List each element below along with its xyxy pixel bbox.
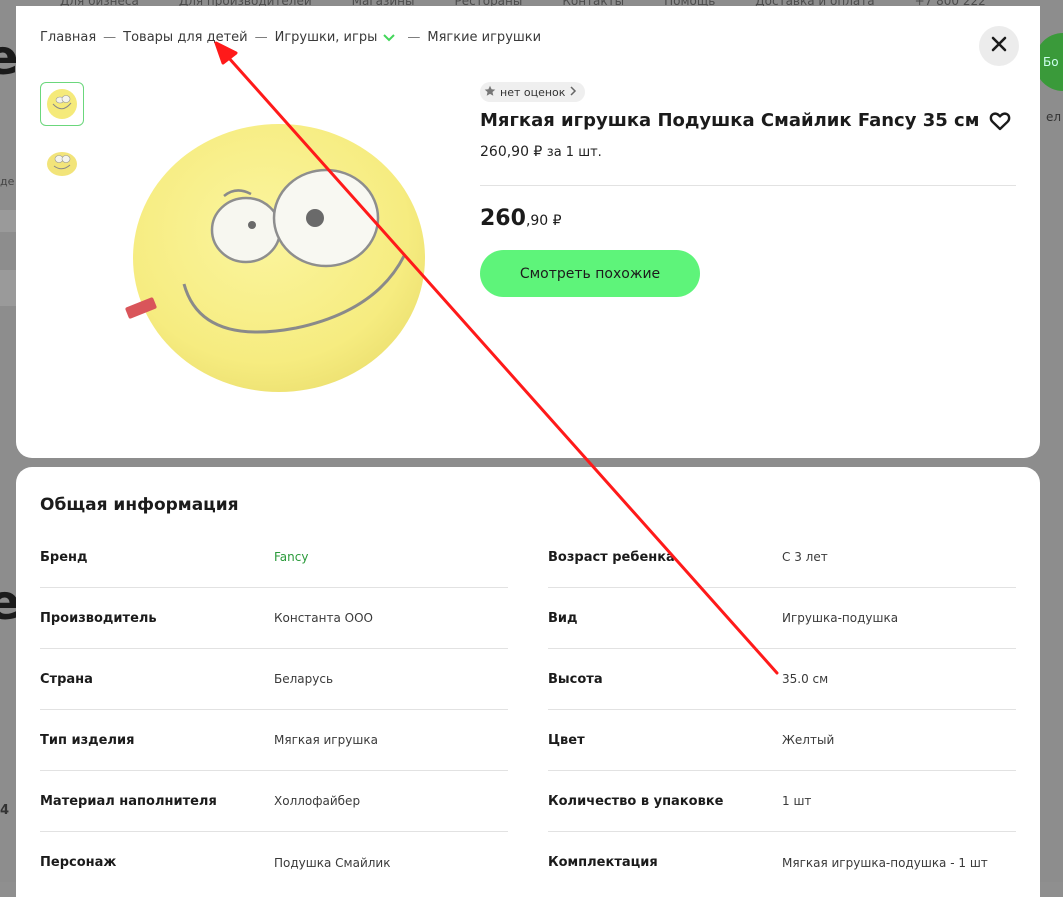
spec-value: С 3 лет [782, 550, 828, 564]
background-side-text: де [0, 175, 15, 188]
breadcrumb-separator: — [407, 30, 421, 45]
background-side-number: 4 [0, 803, 10, 818]
spec-value: Игрушка-подушка [782, 611, 899, 625]
spec-value: Беларусь [274, 672, 334, 686]
unit-quantity: за 1 шт. [546, 145, 602, 160]
product-title: Мягкая игрушка Подушка Смайлик Fancy 35 … [480, 110, 980, 131]
spec-value: Мягкая игрушка [274, 733, 378, 747]
rating-label: нет оценок [500, 85, 566, 99]
spec-value: Подушка Смайлик [274, 855, 391, 870]
spec-label: Тип изделия [40, 732, 135, 748]
spec-label: Производитель [40, 610, 157, 626]
heart-icon [989, 112, 1011, 131]
spec-label: Цвет [548, 732, 585, 748]
price: 260,90 ₽ [480, 206, 562, 231]
background-right-text: ел [1046, 110, 1062, 124]
close-icon [991, 36, 1007, 56]
product-modal: Главная — Товары для детей — Игрушки, иг… [16, 6, 1040, 458]
specs-left-column: Бренд Fancy Производитель Константа ООО … [40, 527, 508, 893]
unit-price: 260,90 ₽ за 1 шт. [480, 144, 602, 160]
spec-label: Вид [548, 610, 578, 626]
rating-badge[interactable]: нет оценок [480, 82, 586, 102]
spec-row: Страна Беларусь [40, 649, 508, 710]
spec-value: Холлофайбер [274, 794, 361, 808]
spec-label: Бренд [40, 549, 88, 565]
spec-value: Мягкая игрушка-подушка - 1 шт [782, 855, 988, 870]
spec-row: Вид Игрушка-подушка [548, 588, 1016, 649]
breadcrumb: Главная — Товары для детей — Игрушки, иг… [40, 30, 541, 45]
spec-label: Высота [548, 671, 603, 687]
breadcrumb-separator: — [254, 30, 268, 45]
spec-row: Возраст ребенка С 3 лет [548, 527, 1016, 588]
view-similar-button[interactable]: Смотреть похожие [480, 250, 700, 297]
star-icon [484, 85, 496, 100]
spec-value: 35.0 см [782, 672, 829, 686]
spec-value: Желтый [782, 733, 835, 747]
chevron-right-icon [569, 85, 577, 99]
thumbnail-2[interactable] [40, 140, 84, 184]
spec-row: Цвет Желтый [548, 710, 1016, 771]
spec-value: 1 шт [782, 794, 812, 808]
spec-row: Высота 35.0 см [548, 649, 1016, 710]
unit-price-value: 260,90 ₽ [480, 144, 543, 160]
price-whole: 260 [480, 206, 526, 231]
breadcrumb-item-home[interactable]: Главная [40, 30, 96, 45]
smiley-pillow-thumbnail [47, 89, 77, 119]
chevron-down-icon[interactable] [383, 31, 396, 45]
brand-link[interactable]: Fancy [274, 550, 308, 564]
spec-row: Количество в упаковке 1 шт [548, 771, 1016, 832]
spec-row: Персонаж Подушка Смайлик [40, 832, 508, 893]
product-image[interactable] [106, 106, 436, 406]
spec-row: Производитель Константа ООО [40, 588, 508, 649]
breadcrumb-item-kids[interactable]: Товары для детей [123, 30, 247, 45]
background-divider [0, 270, 16, 306]
divider [480, 185, 1016, 186]
smiley-pillow-image [125, 124, 425, 392]
spec-label: Материал наполнителя [40, 793, 217, 809]
spec-label: Комплектация [548, 855, 658, 870]
specs-right-column: Возраст ребенка С 3 лет Вид Игрушка-поду… [548, 527, 1016, 893]
spec-label: Возраст ребенка [548, 549, 675, 565]
spec-value: Константа ООО [274, 611, 373, 625]
spec-row: Материал наполнителя Холлофайбер [40, 771, 508, 832]
breadcrumb-separator: — [103, 30, 117, 45]
favorite-button[interactable] [988, 109, 1012, 133]
close-button[interactable] [979, 26, 1019, 66]
spec-row: Комплектация Мягкая игрушка-подушка - 1 … [548, 832, 1016, 893]
background-divider [0, 210, 16, 232]
breadcrumb-item-soft-toys[interactable]: Мягкие игрушки [427, 30, 541, 45]
general-info-section: Общая информация Бренд Fancy Производите… [16, 467, 1040, 897]
breadcrumb-item-toys[interactable]: Игрушки, игры [275, 30, 378, 45]
thumbnail-1[interactable] [40, 82, 84, 126]
spec-row: Тип изделия Мягкая игрушка [40, 710, 508, 771]
price-fraction: ,90 ₽ [525, 213, 562, 229]
spec-label: Количество в упаковке [548, 793, 724, 809]
section-title: Общая информация [40, 495, 239, 515]
smiley-pillow-thumbnail [47, 152, 77, 176]
spec-label: Страна [40, 671, 93, 687]
spec-label: Персонаж [40, 855, 117, 870]
spec-row: Бренд Fancy [40, 527, 508, 588]
